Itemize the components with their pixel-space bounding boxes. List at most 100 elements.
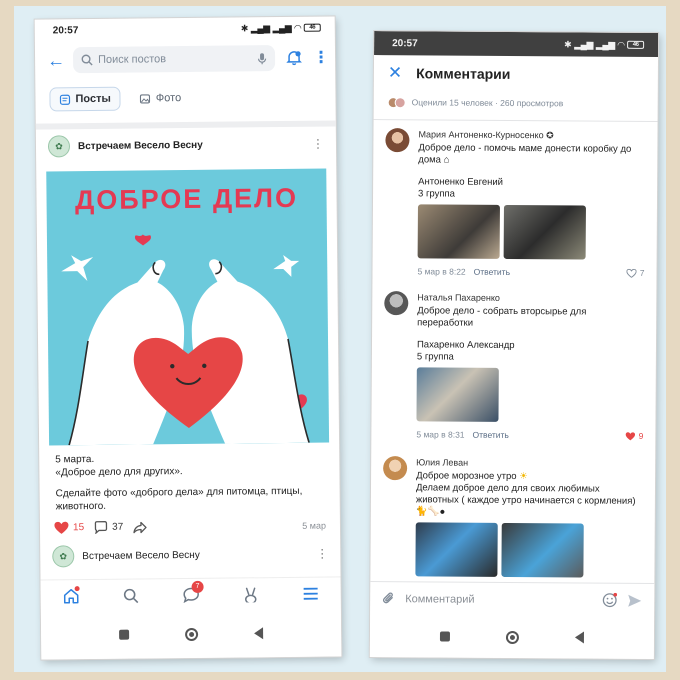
comment-photo[interactable]: [415, 522, 498, 577]
battery-icon: 46: [627, 40, 645, 49]
home-icon[interactable]: [56, 583, 86, 609]
microphone-icon[interactable]: [257, 52, 267, 65]
comment-item: Юлия Леван Доброе морозное утро ☀ Делаем…: [370, 440, 655, 578]
post-date: 5 мар: [302, 520, 327, 531]
avatar: [394, 96, 406, 108]
comment-photo[interactable]: [503, 204, 586, 260]
post-menu-icon[interactable]: ⋮: [312, 137, 324, 151]
tab-photos[interactable]: Фото: [131, 87, 191, 110]
comment-author[interactable]: Наталья Пахаренко: [417, 291, 644, 305]
comment-meta: 5 мар в 8:22 Ответить 7: [417, 265, 644, 279]
food-bowl-icon: ●: [439, 506, 446, 518]
back-triangle-icon[interactable]: [254, 627, 264, 640]
reply-button[interactable]: Ответить: [473, 429, 509, 441]
signal-icon: ▂▄▆: [272, 22, 292, 33]
recent-apps-icon[interactable]: [119, 629, 130, 640]
post-stats[interactable]: Оценили 15 человек · 260 просмотров: [374, 91, 658, 115]
comment-input-bar: Комментарий: [370, 581, 655, 617]
menu-icon[interactable]: [296, 580, 326, 606]
image-icon: [140, 93, 151, 104]
attach-icon[interactable]: [382, 591, 395, 606]
status-icons: ✱ ▂▄▆ ▂▄▆ ◠ 46: [241, 22, 321, 34]
comment-photo[interactable]: [417, 204, 500, 259]
emoji-icon[interactable]: [602, 592, 618, 608]
comment-count: 37: [112, 521, 124, 533]
tab-label: Фото: [155, 92, 182, 105]
signal-icon: ▂▄▆: [595, 39, 615, 50]
comment-photo[interactable]: [501, 522, 584, 578]
bottom-navigation: 7: [40, 576, 341, 612]
close-icon[interactable]: ✕: [388, 63, 402, 83]
comments-screen: 20:57 ✱ ▂▄▆ ▂▄▆ ◠ 46 ✕ Комментарии Оцени…: [369, 31, 659, 659]
cat-icon: 🐈: [415, 506, 428, 518]
share-button[interactable]: [133, 521, 147, 533]
status-bar: 20:57 ✱ ▂▄▆ ▂▄▆ ◠ 46: [35, 16, 335, 41]
heart-filled-icon: [625, 431, 636, 440]
comment-input[interactable]: Комментарий: [405, 593, 592, 606]
status-time: 20:57: [52, 24, 79, 36]
post-text: 5 марта. «Доброе дело для других». Сдела…: [39, 442, 340, 513]
avatar[interactable]: [385, 128, 410, 153]
reply-button[interactable]: Ответить: [474, 266, 510, 278]
comment-sub-group: 3 группа: [418, 188, 455, 200]
signal-icon: ▂▄▆: [574, 38, 593, 50]
notification-dot: [74, 585, 80, 591]
comment-like-count: 7: [639, 267, 645, 278]
comment-author[interactable]: Юлия Леван: [416, 456, 643, 470]
wifi-icon: ◠: [617, 39, 625, 50]
comment-like-button[interactable]: 7: [626, 267, 645, 279]
send-icon[interactable]: [627, 593, 642, 607]
wifi-icon: ◠: [294, 22, 301, 33]
comment-sub-group: 5 группа: [416, 351, 454, 363]
crown-icon: ✪: [546, 130, 554, 141]
group-avatar[interactable]: ✿: [47, 135, 71, 158]
home-button-icon[interactable]: [505, 630, 520, 644]
back-triangle-icon[interactable]: [574, 631, 585, 644]
top-bar: ← Поиск постов ⋮: [35, 38, 335, 79]
search-icon: [81, 54, 93, 66]
comment-button[interactable]: 37: [94, 521, 123, 534]
post-menu-icon[interactable]: ⋮: [316, 547, 328, 561]
home-button-icon[interactable]: [185, 627, 199, 641]
comment-like-count: 9: [638, 430, 644, 441]
post-image[interactable]: ДОБРОЕ ДЕЛО: [46, 168, 330, 446]
search-icon[interactable]: [116, 582, 146, 608]
recent-apps-icon[interactable]: [439, 631, 450, 642]
back-arrow-icon[interactable]: ←: [47, 50, 65, 71]
group-avatar[interactable]: ✿: [52, 545, 75, 568]
house-icon: ⌂: [443, 154, 450, 166]
messages-badge: 7: [191, 580, 204, 593]
battery-icon: 46: [303, 23, 321, 32]
post-line: Сделайте фото «доброго дела» для питомца…: [55, 485, 303, 513]
avatar[interactable]: [384, 291, 409, 316]
tab-posts[interactable]: Посты: [49, 86, 122, 112]
comment-author[interactable]: Мария Антоненко-Курносенко ✪: [418, 128, 645, 142]
status-icons: ✱ ▂▄▆ ▂▄▆ ◠ 46: [564, 38, 645, 51]
sun-icon: ☀: [519, 471, 528, 483]
avatar[interactable]: [383, 456, 408, 481]
messages-icon[interactable]: 7: [176, 580, 206, 607]
status-bar: 20:57 ✱ ▂▄▆ ▂▄▆ ◠ 46: [374, 31, 659, 57]
hands-heart-illustration: [61, 234, 310, 446]
search-input[interactable]: Поиск постов: [72, 45, 276, 74]
comment-photos: [416, 367, 643, 423]
system-navigation: [40, 608, 342, 660]
heart-outline-icon: [626, 268, 637, 278]
more-options-icon[interactable]: ⋮: [313, 48, 329, 68]
services-icon[interactable]: [236, 581, 266, 607]
comment-date: 5 мар в 8:22: [417, 266, 466, 277]
notification-bell-icon[interactable]: [283, 47, 305, 69]
like-button[interactable]: 15: [54, 521, 84, 534]
share-icon: [133, 521, 147, 533]
heart-filled-icon: [54, 521, 69, 534]
comment-photo[interactable]: [416, 367, 499, 422]
comment-icon: [94, 521, 108, 534]
page-title: Комментарии: [416, 65, 511, 82]
group-name[interactable]: Встречаем Весело Весну: [82, 548, 308, 561]
comment-meta: 5 мар в 8:31 Ответить 9: [416, 428, 643, 442]
comment-photos: [415, 522, 642, 578]
like-count: 15: [72, 522, 85, 534]
group-name[interactable]: Встречаем Весело Весну: [78, 138, 304, 151]
comments-header: ✕ Комментарии: [374, 55, 658, 93]
comment-like-button[interactable]: 9: [625, 430, 644, 442]
